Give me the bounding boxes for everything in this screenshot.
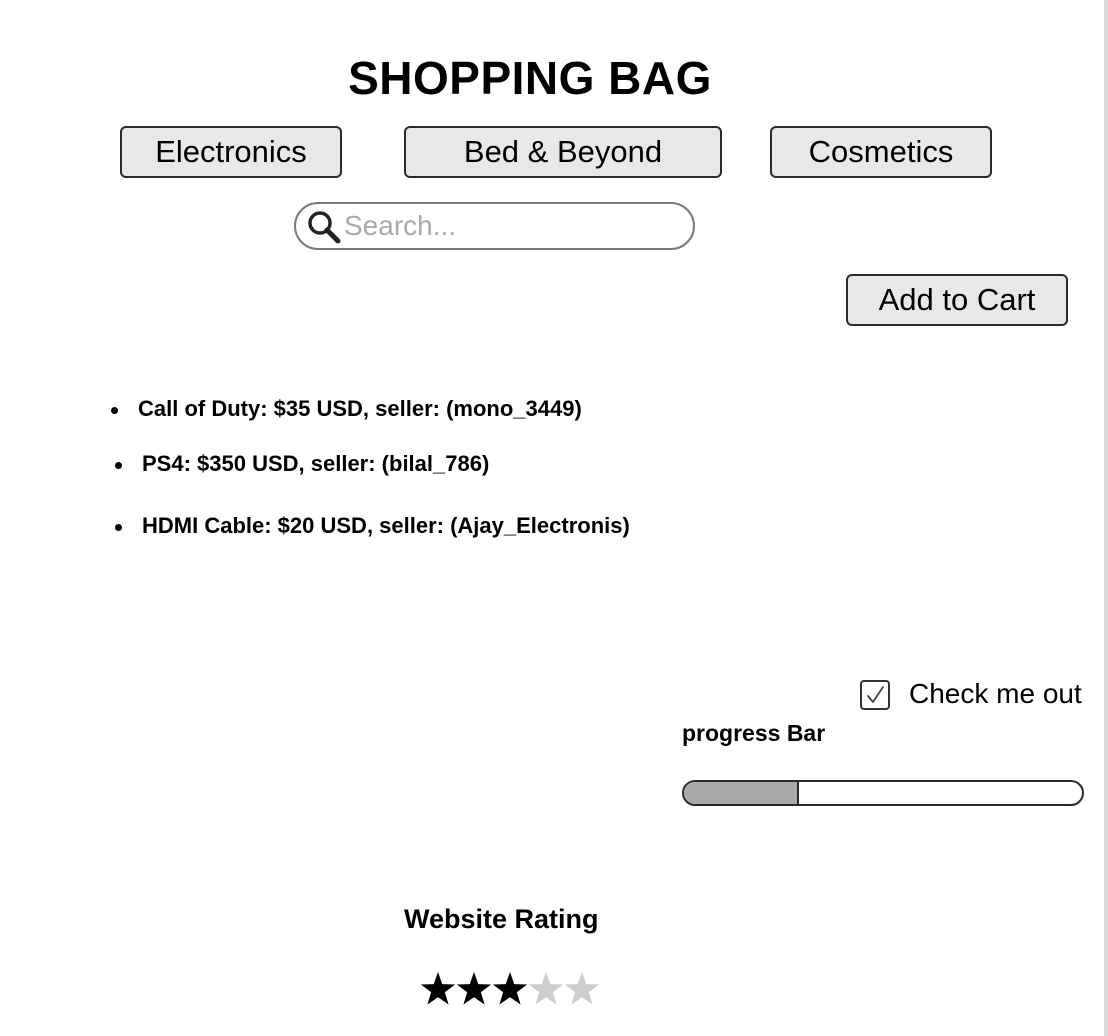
product-item-call-of-duty: Call of Duty: $35 USD, seller: (mono_344… xyxy=(138,396,582,421)
star-empty-icon[interactable] xyxy=(528,966,564,1010)
search-bar[interactable] xyxy=(294,202,695,250)
page-edge-divider xyxy=(1104,0,1108,1036)
star-filled-icon[interactable] xyxy=(456,966,492,1010)
category-button-electronics[interactable]: Electronics xyxy=(120,126,342,178)
search-icon xyxy=(308,211,341,244)
page-title: SHOPPING BAG xyxy=(348,52,712,104)
star-rating[interactable] xyxy=(420,966,600,1010)
category-button-bed-and-beyond[interactable]: Bed & Beyond xyxy=(404,126,722,178)
list-bullet xyxy=(115,524,122,531)
check-me-out-label[interactable]: Check me out xyxy=(909,677,1082,711)
progress-bar-fill xyxy=(684,782,800,804)
star-empty-icon[interactable] xyxy=(564,966,600,1010)
star-filled-icon[interactable] xyxy=(492,966,528,1010)
website-rating-title: Website Rating xyxy=(404,904,599,934)
product-item-hdmi-cable: HDMI Cable: $20 USD, seller: (Ajay_Elect… xyxy=(142,513,630,538)
add-to-cart-button[interactable]: Add to Cart xyxy=(846,274,1068,326)
product-item-ps4: PS4: $350 USD, seller: (bilal_786) xyxy=(142,451,490,476)
list-bullet xyxy=(111,407,118,414)
checkmark-icon xyxy=(867,686,884,703)
search-input[interactable] xyxy=(344,208,674,244)
progress-bar-label: progress Bar xyxy=(682,720,826,746)
check-me-out-checkbox[interactable] xyxy=(860,680,890,710)
progress-bar xyxy=(682,780,1084,806)
category-button-cosmetics[interactable]: Cosmetics xyxy=(770,126,992,178)
list-bullet xyxy=(115,462,122,469)
star-filled-icon[interactable] xyxy=(420,966,456,1010)
